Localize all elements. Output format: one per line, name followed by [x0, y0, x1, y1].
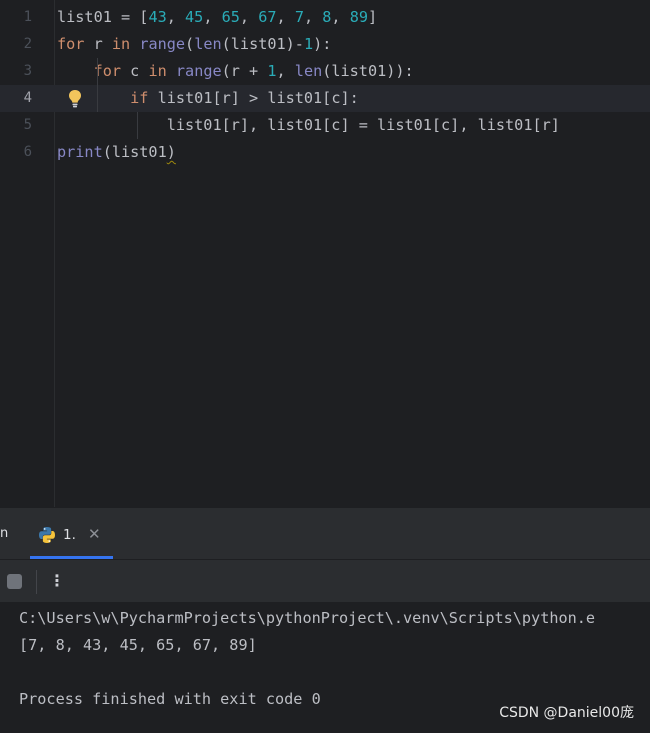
code-text: for r in range(len(list01)-1): — [57, 35, 332, 53]
code-line[interactable]: 6 print(list01) — [0, 139, 650, 166]
tool-window-tab-bar: n 1. ✕ — [0, 507, 650, 559]
line-number[interactable]: 2 — [0, 31, 32, 58]
code-text: print(list01) — [57, 143, 176, 161]
code-text: list01 = [43, 45, 65, 67, 7, 8, 89] — [57, 8, 378, 26]
code-text: for c in range(r + 1, len(list01)): — [93, 62, 414, 80]
watermark: CSDN @Daniel00庞 — [499, 705, 634, 721]
line-number[interactable]: 3 — [0, 58, 32, 85]
python-icon — [38, 526, 56, 544]
stop-icon[interactable] — [7, 574, 22, 589]
code-text: if list01[r] > list01[c]: — [130, 89, 359, 107]
console-line: [7, 8, 43, 45, 65, 67, 89] — [19, 636, 257, 654]
code-line[interactable]: 2 for r in range(len(list01)-1): — [0, 31, 650, 58]
console-line: Process finished with exit code 0 — [19, 690, 321, 708]
code-editor[interactable]: 1 list01 = [43, 45, 65, 67, 7, 8, 89] 2 for… — [0, 0, 650, 507]
code-line[interactable]: 5 list01[r], list01[c] = list01[c], list… — [0, 112, 650, 139]
line-number[interactable]: 1 — [0, 4, 32, 31]
line-number[interactable]: 5 — [0, 112, 32, 139]
close-icon[interactable]: ✕ — [88, 525, 101, 543]
more-options-button[interactable]: ⋮ — [49, 570, 65, 592]
indent-guide — [137, 112, 138, 139]
code-text: list01[r], list01[c] = list01[c], list01… — [57, 116, 560, 134]
line-number[interactable]: 4 — [0, 85, 32, 112]
line-number[interactable]: 6 — [0, 139, 32, 166]
code-line[interactable]: 1 list01 = [43, 45, 65, 67, 7, 8, 89] — [0, 4, 650, 31]
run-tab[interactable]: 1. ✕ — [30, 508, 113, 560]
toolbar-divider — [36, 570, 37, 594]
run-toolbar: ⋮ — [0, 559, 650, 603]
run-tab-label: 1. — [63, 527, 76, 543]
indent-guide — [97, 58, 98, 112]
lightbulb-icon[interactable] — [66, 89, 84, 109]
tab-left-fragment[interactable]: n — [0, 526, 8, 541]
console-line: C:\Users\w\PycharmProjects\pythonProject… — [19, 609, 596, 627]
run-console[interactable]: C:\Users\w\PycharmProjects\pythonProject… — [0, 603, 650, 733]
